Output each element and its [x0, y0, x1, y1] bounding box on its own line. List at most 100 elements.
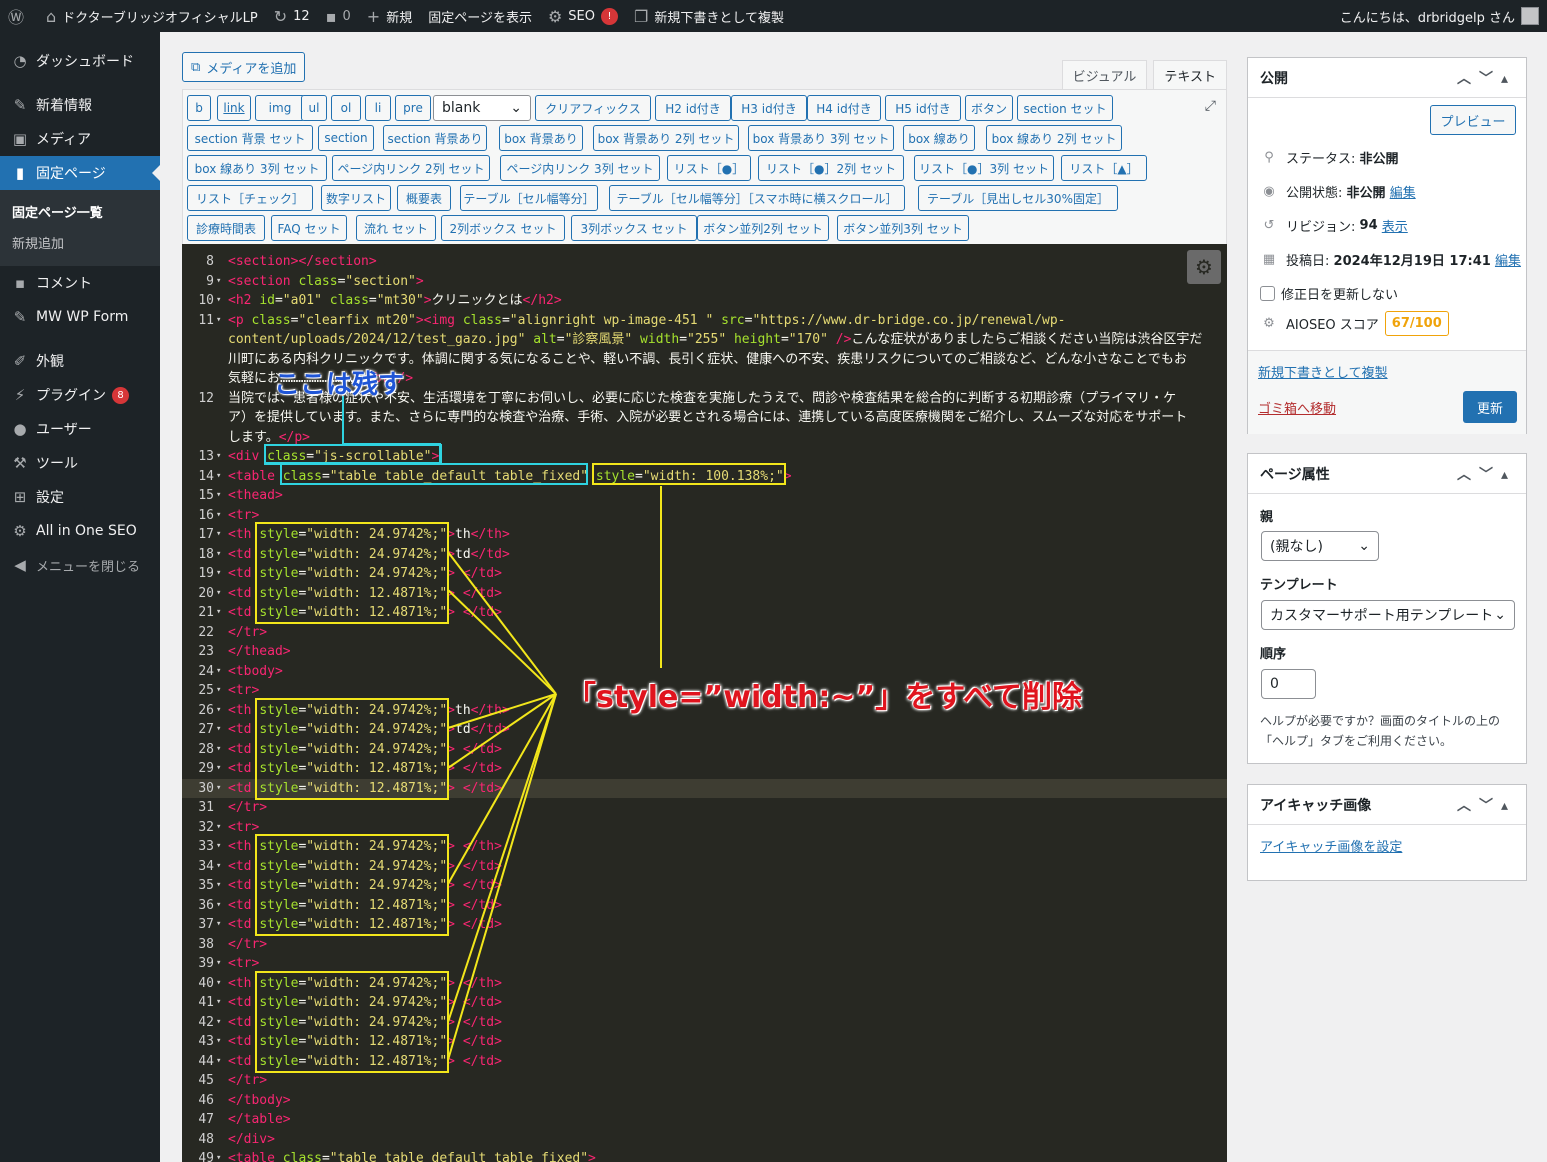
code-line[interactable]: 8 <section></section>	[182, 252, 1227, 272]
quicktag-button[interactable]: 流れ セット	[356, 215, 436, 241]
quicktag-button[interactable]: 数字リスト	[321, 185, 391, 211]
fold-arrow-icon[interactable]: ▾	[216, 662, 221, 682]
quicktag-button[interactable]: リスト［●］2列 セット	[758, 155, 904, 181]
menu-appearance[interactable]: ✐ 外観	[0, 344, 160, 378]
submenu-all-pages[interactable]: 固定ページ一覧	[0, 196, 160, 227]
quicktag-button[interactable]: section セット	[1017, 95, 1113, 121]
quicktag-button[interactable]: リスト［●］	[667, 155, 751, 181]
updates-link[interactable]: ↻ 12	[266, 0, 318, 32]
quicktag-button[interactable]: pre	[395, 95, 431, 121]
code-line[interactable]: 47 </table>	[182, 1110, 1227, 1130]
fold-arrow-icon[interactable]: ▾	[216, 506, 221, 526]
quicktag-button[interactable]: ul	[301, 95, 327, 121]
fold-arrow-icon[interactable]: ▾	[216, 545, 221, 565]
fold-arrow-icon[interactable]: ▾	[216, 896, 221, 916]
fold-arrow-icon[interactable]: ▾	[216, 876, 221, 896]
my-account[interactable]: こんにちは、drbridgelp さん	[1340, 0, 1539, 32]
quicktag-button[interactable]: ボタン	[965, 95, 1013, 121]
code-line[interactable]: 22 </tr>	[182, 623, 1227, 643]
quicktag-button[interactable]: section	[318, 125, 374, 151]
update-button[interactable]: 更新	[1463, 391, 1517, 423]
fold-arrow-icon[interactable]: ▾	[216, 701, 221, 721]
quicktag-button[interactable]: ページ内リンク 2列 セット	[332, 155, 490, 181]
code-line[interactable]: 11 ▾ <p class="clearfix mt20"><img class="…	[182, 311, 1227, 331]
comments-link[interactable]: ▪ 0	[318, 0, 359, 32]
order-input[interactable]: 0	[1261, 669, 1316, 699]
quicktag-button[interactable]: H5 id付き	[885, 95, 961, 121]
fold-arrow-icon[interactable]: ▾	[216, 779, 221, 799]
fold-arrow-icon[interactable]: ▾	[216, 272, 221, 292]
menu-mw-wp-form[interactable]: ✎ MW WP Form	[0, 300, 160, 334]
fold-arrow-icon[interactable]: ▾	[216, 1052, 221, 1072]
no-update-checkbox[interactable]	[1260, 286, 1275, 301]
add-media-button[interactable]: ⧉ メディアを追加	[182, 52, 306, 82]
fold-arrow-icon[interactable]: ▾	[216, 525, 221, 545]
fold-arrow-icon[interactable]: ▾	[216, 915, 221, 935]
quicktag-button[interactable]: H2 id付き	[655, 95, 731, 121]
fold-arrow-icon[interactable]: ▾	[216, 311, 221, 331]
fold-arrow-icon[interactable]: ▾	[216, 974, 221, 994]
quicktag-button[interactable]: box 背景あり	[499, 125, 583, 151]
site-name-link[interactable]: ⌂ ドクターブリッジオフィシャルLP	[38, 0, 266, 32]
quicktag-button[interactable]: b	[187, 95, 211, 121]
menu-comments[interactable]: ▪ コメント	[0, 266, 160, 300]
fold-arrow-icon[interactable]: ▾	[216, 447, 221, 467]
wordpress-logo[interactable]: Ⓦ	[0, 0, 38, 32]
quicktag-button[interactable]: box 線あり 3列 セット	[187, 155, 327, 181]
menu-tools[interactable]: ⚒ ツール	[0, 446, 160, 480]
aioseo-score-badge[interactable]: 67/100	[1384, 311, 1449, 336]
quicktag-button[interactable]: box 線あり 2列 セット	[986, 125, 1122, 151]
fold-arrow-icon[interactable]: ▾	[216, 954, 221, 974]
fold-arrow-icon[interactable]: ▾	[216, 720, 221, 740]
code-line[interactable]: 23 </thead>	[182, 642, 1227, 662]
code-line[interactable]: 46 </tbody>	[182, 1091, 1227, 1111]
menu-plugins[interactable]: ⚡ プラグイン 8	[0, 378, 160, 412]
quicktag-button[interactable]: section 背景 セット	[187, 125, 313, 151]
submenu-add-new[interactable]: 新規追加	[0, 227, 160, 258]
fold-arrow-icon[interactable]: ▾	[216, 993, 221, 1013]
box-controls-icon[interactable]: ︿﹀▴	[1457, 464, 1516, 484]
new-content-link[interactable]: + 新規	[359, 0, 420, 32]
code-line[interactable]: content/uploads/2024/12/test_gazo.jpg" a…	[182, 330, 1227, 350]
fold-arrow-icon[interactable]: ▾	[216, 1032, 221, 1052]
box-controls-icon[interactable]: ︿﹀▴	[1457, 795, 1516, 815]
fold-arrow-icon[interactable]: ▾	[216, 857, 221, 877]
target-select[interactable]: blank ⌄	[433, 95, 531, 121]
code-line[interactable]: 48 </div>	[182, 1130, 1227, 1150]
tab-visual[interactable]: ビジュアル	[1061, 60, 1148, 90]
fold-arrow-icon[interactable]: ▾	[216, 837, 221, 857]
quicktag-button[interactable]: リスト［●］3列 セット	[914, 155, 1054, 181]
revisions-view-link[interactable]: 表示	[1382, 216, 1408, 235]
menu-settings[interactable]: ⊞ 設定	[0, 480, 160, 514]
quicktag-button[interactable]: box 背景あり 3列 セット	[748, 125, 894, 151]
duplicate-draft-link[interactable]: 新規下書きとして複製	[1258, 362, 1388, 381]
quicktag-button[interactable]: ページ内リンク 3列 セット	[500, 155, 660, 181]
menu-dashboard[interactable]: ◔ ダッシュボード	[0, 44, 160, 78]
quicktag-button[interactable]: section 背景あり	[383, 125, 487, 151]
set-featured-image-link[interactable]: アイキャッチ画像を設定	[1260, 836, 1402, 855]
fold-arrow-icon[interactable]: ▾	[216, 584, 221, 604]
quicktag-button[interactable]: 2列ボックス セット	[441, 215, 565, 241]
quicktag-button[interactable]: FAQ セット	[271, 215, 347, 241]
menu-pages[interactable]: ▮ 固定ページ	[0, 156, 160, 190]
code-line[interactable]: 10 ▾ <h2 id="a01" class="mt30">クリニックとは</h2…	[182, 291, 1227, 311]
menu-news[interactable]: ✎ 新着情報	[0, 88, 160, 122]
quicktag-button[interactable]: ボタン並列2列 セット	[697, 215, 829, 241]
menu-aioseo[interactable]: ⚙ All in One SEO	[0, 514, 160, 548]
quicktag-button[interactable]: H4 id付き	[807, 95, 881, 121]
tab-text[interactable]: テキスト	[1153, 60, 1227, 90]
quicktag-button[interactable]: テーブル［セル幅等分］［スマホ時に横スクロール］	[609, 185, 905, 211]
quicktag-button[interactable]: 概要表	[397, 185, 451, 211]
quicktag-button[interactable]: リスト［チェック］	[187, 185, 313, 211]
fold-arrow-icon[interactable]: ▾	[216, 603, 221, 623]
quicktag-button[interactable]: box 線あり	[903, 125, 975, 151]
quicktag-button[interactable]: ol	[331, 95, 361, 121]
menu-users[interactable]: ● ユーザー	[0, 412, 160, 446]
fold-arrow-icon[interactable]: ▾	[216, 1013, 221, 1033]
date-edit-link[interactable]: 編集	[1495, 250, 1521, 269]
trash-link[interactable]: ゴミ箱へ移動	[1258, 398, 1336, 417]
fullscreen-icon[interactable]: ⤢	[1205, 98, 1216, 114]
code-line[interactable]: 15 ▾ <thead>	[182, 486, 1227, 506]
preview-button[interactable]: プレビュー	[1430, 105, 1516, 135]
code-line[interactable]: 9 ▾ <section class="section">	[182, 272, 1227, 292]
